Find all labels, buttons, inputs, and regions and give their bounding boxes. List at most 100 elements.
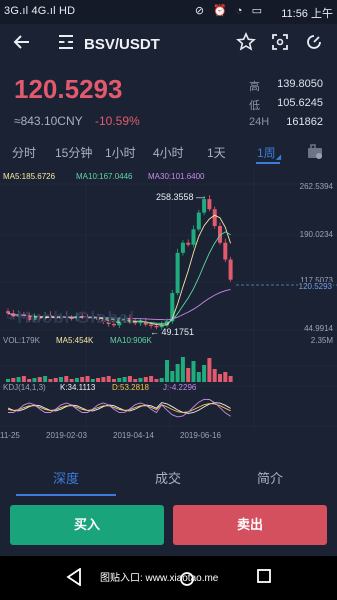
volume-bar [186, 368, 191, 382]
candle-body [196, 212, 201, 230]
volume-bar [32, 378, 37, 382]
axis-last-price: 120.5293 [297, 282, 333, 291]
nav-back-icon[interactable] [64, 567, 84, 588]
fullscreen-icon[interactable] [268, 32, 292, 56]
star-icon[interactable] [234, 32, 258, 56]
huobi-watermark-logo: ⌁Huobi Global [6, 308, 136, 327]
volume-bar [53, 378, 58, 382]
tab-1week[interactable]: 1周◢ [257, 144, 281, 161]
tab-15min[interactable]: 15分钟 [55, 144, 92, 161]
nav-recent-icon[interactable] [254, 568, 274, 588]
vol-ma5-label: MA5:454K [56, 336, 94, 345]
date-4: 2019-06-16 [180, 431, 221, 440]
volume-bar [85, 376, 90, 382]
tab-trades[interactable]: 成交 [155, 468, 181, 487]
stat-vol-value: 161862 [286, 116, 323, 128]
pair-title: BSV/USDT [84, 36, 160, 53]
volume-bar [101, 377, 106, 382]
vol-ma10-label: MA10:906K [110, 336, 152, 345]
tab-4hour[interactable]: 4小时 [153, 144, 184, 161]
network-indicators: 3G.ıl 4G.ıl HD [4, 5, 76, 17]
volume-bar [127, 376, 132, 382]
site-watermark: 图贴入口: www.xiaotao.me [100, 573, 219, 584]
volume-bar [228, 376, 233, 382]
indicator-settings-icon[interactable] [306, 144, 324, 160]
candle-body [186, 242, 191, 245]
stat-high-value: 139.8050 [277, 78, 323, 90]
kline-chart[interactable]: MA5:185.6726 MA10:167.0446 MA30:101.6400… [0, 168, 337, 448]
candle-body [207, 199, 212, 210]
tab-depth[interactable]: 深度 [53, 468, 79, 487]
candle-body [180, 242, 185, 253]
candle-body [149, 324, 154, 326]
volume-bar [96, 378, 101, 382]
volume-bar [37, 377, 42, 382]
date-3: 2019-04-14 [113, 431, 154, 440]
refresh-gauge-icon[interactable] [302, 32, 326, 56]
volume-bar [165, 360, 169, 382]
stat-vol-label: 24H [249, 116, 270, 128]
nav-home-icon[interactable] [180, 571, 194, 586]
volume-bar [6, 379, 10, 382]
cny-price: ≈843.10CNY [14, 114, 83, 128]
detail-tabs: 深度 成交 简介 [0, 460, 337, 496]
ma30-label: MA30:101.6400 [148, 172, 205, 181]
change-percent: -10.59% [95, 114, 140, 128]
stat-high-label: 高 [249, 81, 260, 93]
tab-intro[interactable]: 简介 [257, 468, 283, 487]
kdj-d-label: D:53.2818 [112, 383, 149, 392]
last-price: 120.5293 [14, 74, 123, 104]
volume-bar [212, 369, 217, 382]
kdj-j-label: J:-4.2296 [163, 383, 197, 392]
buy-button[interactable]: 买入 [10, 505, 164, 545]
tab-timeline[interactable]: 分时 [12, 144, 36, 161]
volume-bar [175, 364, 180, 382]
volume-bar [106, 376, 111, 382]
sell-button[interactable]: 卖出 [173, 505, 327, 545]
volume-bar [43, 376, 48, 382]
volume-bar [133, 379, 138, 382]
volume-bar [69, 379, 74, 382]
volume-bar [74, 378, 79, 382]
kdj-lines [7, 398, 231, 418]
volume-bar [90, 379, 95, 382]
volume-bar [218, 374, 222, 382]
candle-body [191, 229, 196, 245]
vol-axis-label: 2.35M [310, 336, 333, 345]
volume-bar [16, 377, 21, 382]
volume-bar [154, 379, 159, 382]
volume-bar [64, 376, 69, 382]
stat-low-label: 低 [249, 100, 260, 112]
tab-1day[interactable]: 1天 [207, 144, 226, 161]
volume-bar [180, 357, 185, 382]
tab-1hour[interactable]: 1小时 [105, 144, 136, 161]
back-arrow-icon[interactable] [10, 32, 34, 56]
axis-price-top: 262.5394 [299, 182, 333, 191]
volume-bar [59, 377, 63, 382]
candle-body [228, 259, 233, 280]
kdj-label: KDJ(14,1,3) [3, 383, 46, 392]
volume-bar [170, 371, 175, 382]
clock: 11:56 上午 [281, 8, 333, 20]
volume-bar [138, 378, 143, 382]
vol-label: VOL:179K [3, 336, 40, 345]
volume-bar [196, 372, 201, 382]
volume-bars [6, 357, 233, 382]
detail-tab-underline [16, 494, 116, 496]
candle-body [170, 293, 175, 322]
system-navbar: 图贴入口: www.xiaotao.me [0, 556, 337, 600]
pair-menu-icon[interactable] [54, 32, 78, 56]
status-icons: ⊘ ⏰ ◔ ▭ [194, 5, 265, 17]
status-bar: 3G.ıl 4G.ıl HD ⊘ ⏰ ◔ ▭ 11:56 上午 [0, 0, 337, 24]
candle-body [175, 252, 180, 294]
volume-bar [27, 379, 32, 382]
volume-bar [149, 376, 154, 382]
ma10-label: MA10:167.0446 [76, 172, 133, 181]
candle-body [223, 242, 228, 260]
date-2: 2019-02-03 [46, 431, 87, 440]
date-1: 11-25 [0, 431, 20, 440]
volume-bar [143, 377, 148, 382]
volume-bar [117, 378, 122, 382]
kdj-k-label: K:34.1113 [60, 383, 96, 392]
candle-body [212, 209, 217, 226]
